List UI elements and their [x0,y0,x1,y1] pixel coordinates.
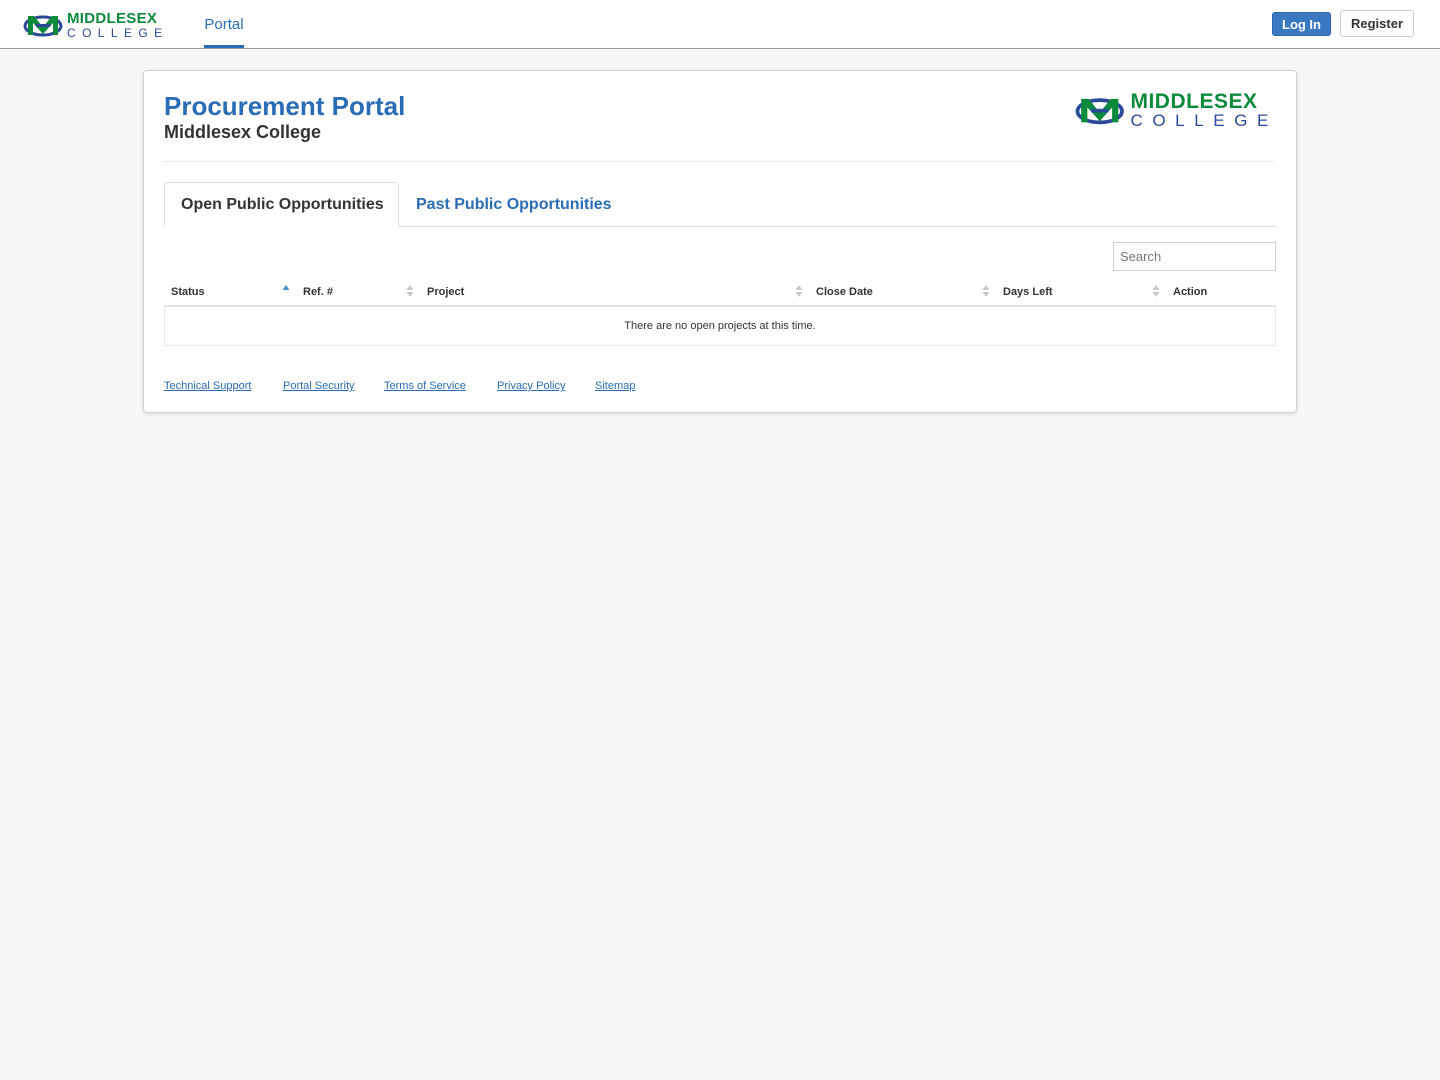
tab-past-public-opportunities[interactable]: Past Public Opportunities [416,182,612,227]
logo-wordmark-top: MIDDLESEX [67,10,158,27]
sort-both-icon[interactable] [1152,283,1160,299]
sort-both-icon[interactable] [406,283,414,299]
footer-link-terms-of-service[interactable]: Terms of Service [384,380,466,392]
mc-monogram-icon [1075,98,1124,125]
column-header-days-left[interactable]: Days Left [1003,279,1053,305]
column-header-action: Action [1173,286,1208,298]
footer-link-technical-support[interactable]: Technical Support [164,380,251,392]
column-header-project[interactable]: Project [427,279,464,305]
table-empty-row: There are no open projects at this time. [164,307,1276,346]
column-header-status[interactable]: Status [171,279,205,305]
sort-both-icon[interactable] [982,283,990,299]
sort-ascending-icon[interactable] [282,283,290,299]
register-button[interactable]: Register [1340,10,1414,37]
nav-portal-link[interactable]: Portal [204,0,244,48]
opportunity-tabs: Open Public Opportunities Past Public Op… [164,182,1276,227]
top-navbar: MIDDLESEX COLLEGE Portal Log In Register [0,0,1440,49]
table-header: Status Ref. # Project Close Date Days Le… [164,279,1276,307]
procurement-card: Procurement Portal Middlesex College MID… [143,70,1297,413]
tab-open-public-opportunities[interactable]: Open Public Opportunities [164,182,399,227]
footer-link-portal-security[interactable]: Portal Security [283,380,355,392]
page-title: Procurement Portal [164,91,406,121]
footer-link-privacy-policy[interactable]: Privacy Policy [497,380,565,392]
mc-monogram-icon [23,15,63,37]
column-header-ref[interactable]: Ref. # [303,279,333,305]
logo-wordmark-bottom: COLLEGE [1130,111,1278,130]
login-button[interactable]: Log In [1272,12,1331,36]
header-divider [164,161,1274,162]
sort-both-icon[interactable] [795,283,803,299]
search-input[interactable] [1113,242,1276,271]
middlesex-college-logo-large: MIDDLESEX COLLEGE [1075,90,1278,130]
middlesex-college-logo[interactable]: MIDDLESEX COLLEGE [23,10,171,40]
column-header-close-date[interactable]: Close Date [816,279,873,305]
logo-wordmark-bottom: COLLEGE [67,26,169,40]
page-subtitle: Middlesex College [164,122,322,142]
logo-wordmark-top: MIDDLESEX [1130,90,1258,113]
footer-link-sitemap[interactable]: Sitemap [595,380,635,392]
